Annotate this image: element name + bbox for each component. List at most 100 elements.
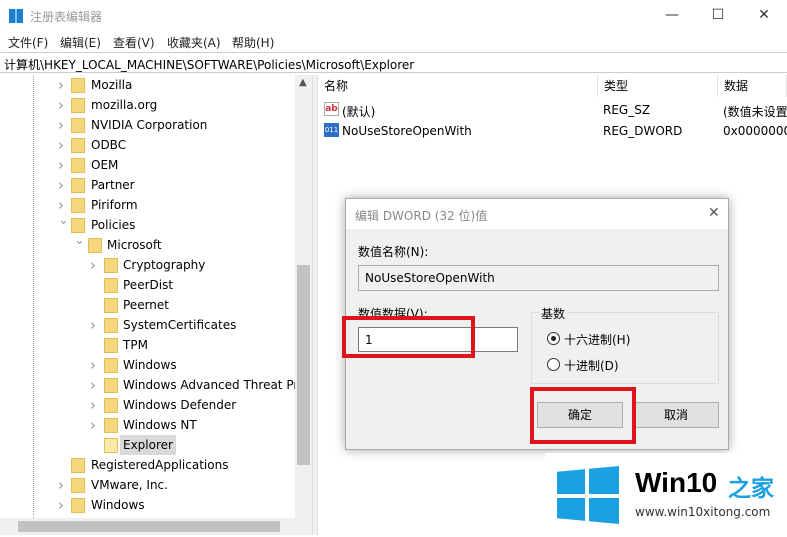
tree-item[interactable]: ⌄ Policies xyxy=(0,213,300,235)
menu-edit[interactable]: 编辑(E) xyxy=(60,34,101,51)
tree-item-label: Windows Defender xyxy=(123,398,237,412)
hex-radio[interactable] xyxy=(547,332,560,345)
dialog-close-button[interactable]: ✕ xyxy=(708,205,720,221)
folder-icon xyxy=(104,258,118,273)
tree-item-label: ODBC xyxy=(91,138,127,152)
tree-item[interactable]: › Windows xyxy=(0,355,300,375)
binary-value-icon: 011 xyxy=(324,123,339,137)
tree-item[interactable]: › Mozilla xyxy=(0,75,300,95)
folder-icon xyxy=(71,198,85,213)
chevron-right-icon[interactable]: › xyxy=(58,75,64,95)
address-bar[interactable]: 计算机\HKEY_LOCAL_MACHINE\SOFTWARE\Policies… xyxy=(0,52,787,73)
tree-item[interactable]: › mozilla.org xyxy=(0,95,300,115)
value-type: REG_SZ xyxy=(603,103,651,117)
minimize-button[interactable]: — xyxy=(649,0,695,32)
cancel-button[interactable]: 取消 xyxy=(633,402,719,428)
chevron-right-icon[interactable]: › xyxy=(90,255,96,275)
menu-favorites[interactable]: 收藏夹(A) xyxy=(167,34,221,51)
dec-radio[interactable] xyxy=(547,358,560,371)
watermark-brand-cn: 之家 xyxy=(728,476,774,502)
tree-hscroll-thumb[interactable] xyxy=(18,521,280,532)
tree-item[interactable]: › VMware, Inc. xyxy=(0,475,300,495)
highlight-box-data xyxy=(342,316,475,358)
folder-icon xyxy=(71,78,85,93)
chevron-right-icon[interactable]: › xyxy=(58,495,64,515)
tree-item-label: Policies xyxy=(91,218,136,232)
tree-item-label: Windows xyxy=(123,358,177,372)
tree-item[interactable]: › SystemCertificates xyxy=(0,315,300,335)
chevron-right-icon[interactable]: › xyxy=(90,415,96,435)
value-name-field: NoUseStoreOpenWith xyxy=(358,265,719,291)
highlight-box-ok xyxy=(530,387,636,444)
folder-icon xyxy=(71,178,85,193)
chevron-down-icon[interactable]: ⌄ xyxy=(58,211,69,231)
value-name[interactable]: (默认) xyxy=(342,103,375,120)
menu-file[interactable]: 文件(F) xyxy=(8,34,48,51)
value-name-label: 数值名称(N): xyxy=(358,245,429,259)
tree-item[interactable]: ⌄ Microsoft xyxy=(0,233,300,255)
chevron-right-icon[interactable]: › xyxy=(58,95,64,115)
tree-item[interactable]: › Windows Advanced Threat Pr xyxy=(0,375,300,395)
tree-item[interactable]: PeerDist xyxy=(0,275,300,295)
chevron-right-icon[interactable]: › xyxy=(90,395,96,415)
base-label: 基数 xyxy=(539,305,568,322)
tree-item[interactable]: › Piriform xyxy=(0,195,300,215)
menu-view[interactable]: 查看(V) xyxy=(113,34,155,51)
value-data: 0x0000000 xyxy=(723,124,787,138)
hex-radio-label[interactable]: 十六进制(H) xyxy=(564,331,630,348)
folder-icon xyxy=(71,158,85,173)
registry-tree: › Mozilla › mozilla.org › NVIDIA Corporation ›… xyxy=(0,75,312,518)
tree-item[interactable]: Explorer xyxy=(0,435,300,455)
chevron-right-icon[interactable]: › xyxy=(58,115,64,135)
tree-item[interactable]: RegisteredApplications xyxy=(0,455,300,475)
tree-item-label: Cryptography xyxy=(123,258,206,272)
close-button[interactable]: ✕ xyxy=(741,0,787,32)
tree-item-label: Mozilla xyxy=(91,78,133,92)
tree-item-label: Windows NT xyxy=(123,418,197,432)
tree-item-label: Explorer xyxy=(120,435,176,455)
tree-item-label: PeerDist xyxy=(123,278,174,292)
tree-item[interactable]: › NVIDIA Corporation xyxy=(0,115,300,135)
tree-item[interactable]: TPM xyxy=(0,335,300,355)
tree-item-label: Microsoft xyxy=(107,238,162,252)
tree-item[interactable]: › Cryptography xyxy=(0,255,300,275)
folder-icon xyxy=(71,98,85,113)
tree-item[interactable]: › Windows xyxy=(0,495,300,515)
watermark: Win10 之家 www.win10xitong.com xyxy=(545,453,785,533)
value-name[interactable]: NoUseStoreOpenWith xyxy=(342,124,472,138)
tree-item[interactable]: › Partner xyxy=(0,175,300,195)
tree-item-label: Piriform xyxy=(91,198,138,212)
dec-radio-label[interactable]: 十进制(D) xyxy=(564,357,619,374)
tree-scroll-thumb[interactable] xyxy=(297,265,310,465)
maximize-button[interactable]: ☐ xyxy=(695,0,741,32)
column-header-data[interactable]: 数据 xyxy=(718,75,787,97)
chevron-right-icon[interactable]: › xyxy=(58,475,64,495)
column-header-type[interactable]: 类型 xyxy=(598,75,718,97)
folder-icon xyxy=(104,398,118,413)
menu-help[interactable]: 帮助(H) xyxy=(232,34,274,51)
tree-item[interactable]: › OEM xyxy=(0,155,300,175)
chevron-right-icon[interactable]: › xyxy=(90,315,96,335)
folder-icon xyxy=(71,118,85,133)
folder-icon xyxy=(104,278,118,293)
chevron-right-icon[interactable]: › xyxy=(90,355,96,375)
tree-item-label: NVIDIA Corporation xyxy=(91,118,208,132)
tree-item[interactable]: › Windows NT xyxy=(0,415,300,435)
tree-item-label: RegisteredApplications xyxy=(91,458,229,472)
dialog-title-bar: 编辑 DWORD (32 位)值 ✕ xyxy=(346,199,728,229)
folder-icon xyxy=(71,458,85,473)
tree-item[interactable]: › Windows Defender xyxy=(0,395,300,415)
folder-icon xyxy=(104,438,118,453)
tree-item-label: mozilla.org xyxy=(91,98,158,112)
tree-item-label: TPM xyxy=(123,338,148,352)
chevron-right-icon[interactable]: › xyxy=(58,155,64,175)
chevron-right-icon[interactable]: › xyxy=(58,175,64,195)
tree-item[interactable]: Peernet xyxy=(0,295,300,315)
chevron-down-icon[interactable]: ⌄ xyxy=(74,231,85,251)
column-header-name[interactable]: 名称 xyxy=(318,75,598,97)
chevron-right-icon[interactable]: › xyxy=(58,135,64,155)
scroll-up-arrow-icon[interactable]: ▲ xyxy=(299,77,307,88)
folder-icon xyxy=(104,358,118,373)
chevron-right-icon[interactable]: › xyxy=(90,375,96,395)
tree-item[interactable]: › ODBC xyxy=(0,135,300,155)
